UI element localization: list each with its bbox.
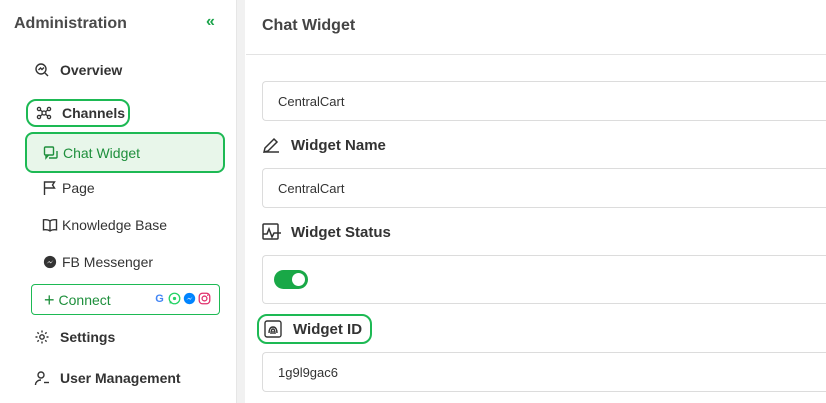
sidebar: Administration « Overview Channels Chat … — [0, 0, 236, 403]
widget-id-label: Widget ID — [257, 314, 372, 344]
sidebar-item-settings[interactable]: Settings — [34, 329, 115, 345]
messenger-icon — [42, 254, 58, 270]
activity-icon — [262, 222, 282, 242]
top-field[interactable]: CentralCart — [262, 81, 826, 121]
sidebar-item-label: Page — [62, 180, 95, 196]
pencil-icon — [262, 135, 282, 155]
connect-brand-icons: G — [153, 292, 211, 305]
widget-id-input[interactable]: 1g9l9gac6 — [262, 352, 826, 392]
sidebar-title: Administration — [14, 15, 127, 32]
sidebar-divider — [236, 0, 245, 403]
whatsapp-icon — [168, 292, 181, 305]
plus-icon: + — [44, 289, 55, 310]
sidebar-item-overview[interactable]: Overview — [34, 62, 122, 78]
flag-icon — [42, 180, 58, 196]
widget-id-label-text: Widget ID — [293, 320, 363, 338]
main-header: Chat Widget — [246, 0, 826, 55]
sidebar-item-channels[interactable]: Channels — [26, 99, 130, 127]
channels-icon — [36, 105, 52, 121]
sidebar-item-label: Channels — [62, 105, 126, 121]
sidebar-item-knowledge-base[interactable]: Knowledge Base — [42, 217, 167, 233]
widget-status-label-text: Widget Status — [291, 223, 391, 241]
user-icon — [34, 370, 50, 386]
sidebar-item-chat-widget[interactable]: Chat Widget — [25, 132, 225, 173]
fingerprint-icon — [264, 319, 284, 339]
sidebar-item-label: Knowledge Base — [62, 217, 168, 233]
gear-icon — [34, 329, 50, 345]
toggle-knob — [292, 273, 305, 286]
widget-status-label: Widget Status — [262, 222, 391, 242]
widget-name-label-text: Widget Name — [291, 136, 386, 154]
widget-status-toggle[interactable] — [274, 270, 308, 289]
main-panel: Chat Widget CentralCart Widget Name Cent… — [246, 0, 826, 403]
book-icon — [42, 217, 58, 233]
collapse-sidebar-icon[interactable]: « — [206, 14, 215, 30]
sidebar-item-label: Overview — [60, 62, 123, 78]
widget-status-box — [262, 255, 826, 304]
sidebar-item-user-management[interactable]: User Management — [34, 370, 181, 386]
google-icon: G — [155, 292, 164, 305]
sidebar-item-page[interactable]: Page — [42, 180, 95, 196]
sidebar-item-fb-messenger[interactable]: FB Messenger — [42, 254, 153, 270]
sidebar-item-label: Chat Widget — [63, 144, 141, 161]
connect-label: Connect — [58, 291, 111, 308]
sidebar-item-label: Settings — [60, 329, 116, 345]
widget-name-input[interactable]: CentralCart — [262, 168, 826, 208]
connect-button[interactable]: + Connect G — [31, 284, 220, 315]
messenger-brand-icon — [183, 292, 196, 305]
sidebar-item-label: User Management — [60, 370, 181, 386]
overview-icon — [34, 62, 50, 78]
widget-name-label: Widget Name — [262, 135, 386, 155]
sidebar-item-label: FB Messenger — [62, 254, 154, 270]
instagram-icon — [198, 292, 211, 305]
page-title: Chat Widget — [262, 17, 356, 34]
chat-widget-icon — [43, 145, 59, 161]
